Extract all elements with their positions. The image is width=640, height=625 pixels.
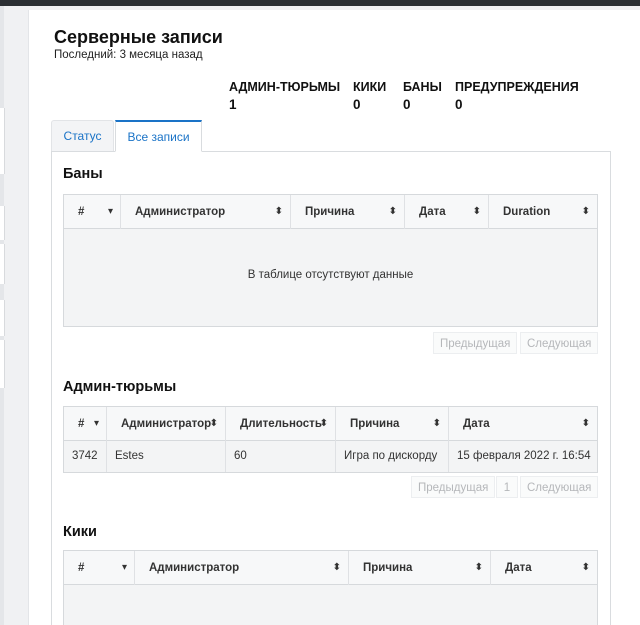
column-header-admin[interactable]: Администратор ⬍ xyxy=(121,195,291,229)
column-header-label: Дата xyxy=(505,562,532,574)
prev-page-button[interactable]: Предыдущая xyxy=(411,476,496,498)
stat-label: КИКИ xyxy=(353,80,387,94)
sort-desc-icon: ▾ xyxy=(93,418,99,429)
stat-label: БАНЫ xyxy=(403,80,442,94)
sort-desc-icon: ▾ xyxy=(121,562,127,573)
bans-table: # ▾ Администратор ⬍ Причина ⬍ Дата ⬍ Duratio… xyxy=(63,194,598,327)
table-header: # ▾ Администратор ⬍ Длительность ⬍ Причина ⬍… xyxy=(64,407,597,441)
column-header-duration[interactable]: Длительность ⬍ xyxy=(226,407,336,441)
column-header-label: # xyxy=(78,418,85,430)
column-header-label: # xyxy=(78,206,85,218)
column-header-date[interactable]: Дата ⬍ xyxy=(449,407,597,441)
empty-table-message: В таблице отсутствуют данные xyxy=(247,269,414,281)
sort-icon: ⬍ xyxy=(332,562,341,573)
jails-section-title: Админ-тюрьмы xyxy=(63,379,177,395)
prev-page-button[interactable]: Предыдущая xyxy=(433,332,518,354)
stat-value: 0 xyxy=(403,97,411,112)
sidebar-tab[interactable] xyxy=(0,300,5,336)
next-page-button[interactable]: Следующая xyxy=(520,476,599,498)
cell-id: 3742 xyxy=(64,441,107,472)
jails-pagination: Предыдущая 1 Следующая xyxy=(411,476,605,498)
sidebar-tab[interactable] xyxy=(0,206,5,240)
column-header-label: Администратор xyxy=(121,418,212,430)
stat-kicks: КИКИ 0 xyxy=(353,80,386,112)
content-card: Серверные записи Последний: 3 месяца наз… xyxy=(28,10,640,625)
sort-desc-icon: ▾ xyxy=(107,206,113,217)
sidebar-tab[interactable] xyxy=(0,244,5,284)
cell-admin: Estes xyxy=(107,441,226,472)
stat-value: 1 xyxy=(229,97,237,112)
top-bar xyxy=(0,0,640,6)
sort-icon: ⬍ xyxy=(581,206,590,217)
column-header-duration[interactable]: Duration ⬍ xyxy=(489,195,597,229)
stat-bans: БАНЫ 0 xyxy=(403,80,442,112)
column-header-label: Администратор xyxy=(135,206,226,218)
table-empty-body xyxy=(64,585,597,625)
sidebar-tab[interactable] xyxy=(0,108,5,174)
column-header-label: Причина xyxy=(350,418,400,430)
column-header-label: Администратор xyxy=(149,562,240,574)
column-header-label: Duration xyxy=(503,206,551,218)
column-header-date[interactable]: Дата ⬍ xyxy=(491,551,597,585)
column-header-label: Причина xyxy=(305,206,355,218)
column-header-date[interactable]: Дата ⬍ xyxy=(405,195,489,229)
table-header: # ▾ Администратор ⬍ Причина ⬍ Дата ⬍ xyxy=(64,551,597,585)
sort-icon: ⬍ xyxy=(472,206,481,217)
column-header-label: Дата xyxy=(463,418,490,430)
sort-icon: ⬍ xyxy=(274,206,283,217)
stat-label: АДМИН-ТЮРЬМЫ xyxy=(229,80,341,94)
column-header-id[interactable]: # ▾ xyxy=(64,551,135,585)
kicks-section-title: Кики xyxy=(63,524,97,540)
sort-icon: ⬍ xyxy=(581,418,590,429)
sort-icon: ⬍ xyxy=(209,418,218,429)
stat-value: 0 xyxy=(455,97,463,112)
sort-icon: ⬍ xyxy=(432,418,441,429)
column-header-label: Причина xyxy=(363,562,413,574)
stat-value: 0 xyxy=(353,97,361,112)
cell-date: 15 февраля 2022 г. 16:54 xyxy=(457,450,591,462)
kicks-table: # ▾ Администратор ⬍ Причина ⬍ Дата ⬍ xyxy=(63,550,598,625)
page-number-button[interactable]: 1 xyxy=(496,476,518,498)
table-header: # ▾ Администратор ⬍ Причина ⬍ Дата ⬍ Duratio… xyxy=(64,195,597,229)
tab-all-records[interactable]: Все записи xyxy=(115,120,202,152)
column-header-admin[interactable]: Администратор ⬍ xyxy=(107,407,226,441)
column-header-id[interactable]: # ▾ xyxy=(64,407,107,441)
table-row[interactable]: 3742 Estes 60 Игра по дискорду 15 феврал… xyxy=(64,441,597,472)
column-header-label: Длительность xyxy=(240,418,322,430)
jails-table: # ▾ Администратор ⬍ Длительность ⬍ Причина ⬍… xyxy=(63,406,598,473)
stat-admin-jails: АДМИН-ТЮРЬМЫ 1 xyxy=(229,80,340,112)
stat-label: ПРЕДУПРЕЖДЕНИЯ xyxy=(455,80,579,94)
cell-reason: Игра по дискорду xyxy=(336,441,449,472)
sort-icon: ⬍ xyxy=(319,418,328,429)
sort-icon: ⬍ xyxy=(581,562,590,573)
column-header-reason[interactable]: Причина ⬍ xyxy=(336,407,449,441)
sort-icon: ⬍ xyxy=(388,206,397,217)
sort-icon: ⬍ xyxy=(474,562,483,573)
table-empty-body: В таблице отсутствуют данные xyxy=(64,229,597,326)
next-page-button[interactable]: Следующая xyxy=(520,332,599,354)
sidebar-tab[interactable] xyxy=(0,340,5,388)
column-header-label: Дата xyxy=(419,206,446,218)
column-header-admin[interactable]: Администратор ⬍ xyxy=(135,551,349,585)
bans-pagination: Предыдущая Следующая xyxy=(433,332,603,354)
bans-section-title: Баны xyxy=(63,166,103,182)
column-header-id[interactable]: # ▾ xyxy=(64,195,121,229)
column-header-reason[interactable]: Причина ⬍ xyxy=(349,551,491,585)
tab-status[interactable]: Статус xyxy=(51,120,114,152)
stat-warnings: ПРЕДУПРЕЖДЕНИЯ 0 xyxy=(455,80,579,112)
column-header-reason[interactable]: Причина ⬍ xyxy=(291,195,405,229)
cell-duration: 60 xyxy=(226,441,336,472)
column-header-label: # xyxy=(78,562,85,574)
last-seen-text: Последний: 3 месяца назад xyxy=(54,49,203,61)
page-title: Серверные записи xyxy=(54,27,223,47)
